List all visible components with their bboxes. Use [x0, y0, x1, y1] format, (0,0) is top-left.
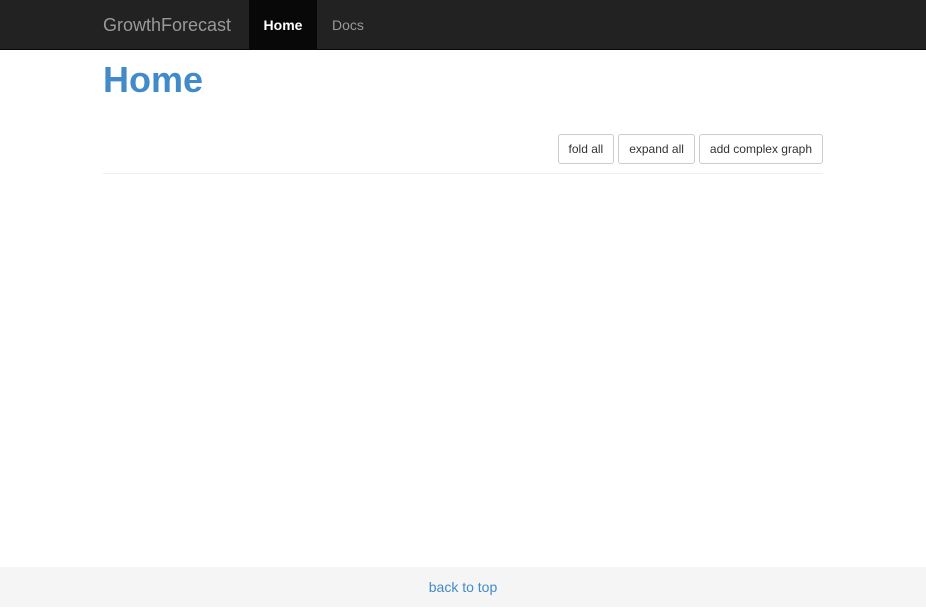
navbar: GrowthForecast Home Docs — [0, 0, 926, 50]
expand-all-button[interactable]: expand all — [618, 134, 695, 164]
footer: back to top — [0, 567, 926, 607]
brand-link[interactable]: GrowthForecast — [103, 0, 231, 50]
header-divider — [103, 173, 823, 174]
back-to-top-link[interactable]: back to top — [429, 579, 498, 595]
page-title: Home — [103, 59, 204, 100]
fold-all-button[interactable]: fold all — [557, 134, 615, 164]
add-complex-graph-button[interactable]: add complex graph — [698, 134, 823, 164]
nav-item-docs[interactable]: Docs — [317, 0, 379, 50]
graph-toolbar: fold all expand all add complex graph — [557, 134, 823, 164]
nav-item-home[interactable]: Home — [249, 0, 317, 50]
